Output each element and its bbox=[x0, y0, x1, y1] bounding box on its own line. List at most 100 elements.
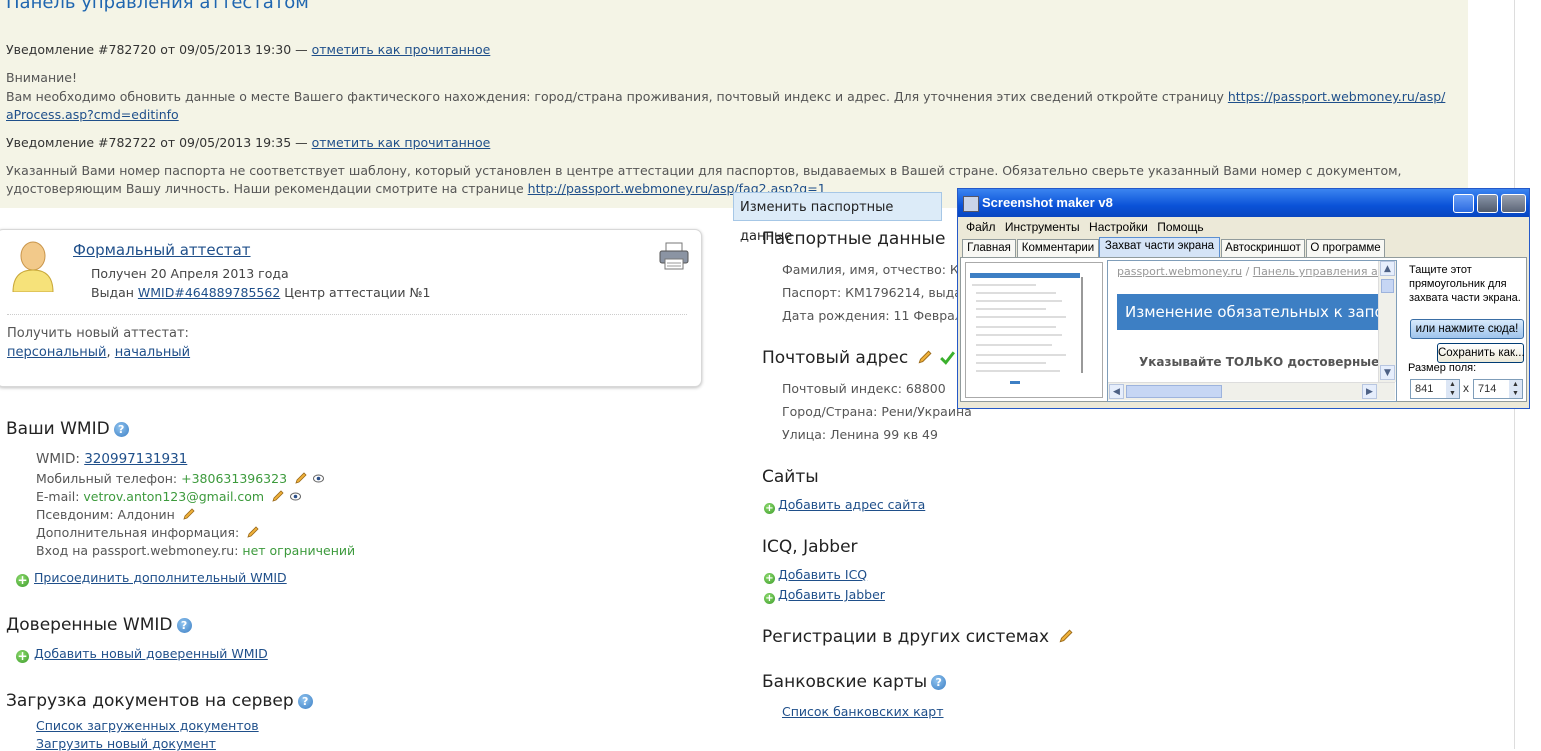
tab-main[interactable]: Главная bbox=[962, 239, 1016, 258]
documents-heading: Загрузка документов на сервер? bbox=[6, 691, 313, 711]
attach-wmid-link[interactable]: Присоединить дополнительный WMID bbox=[34, 570, 287, 585]
preview-crumb-b: Панель управления ат bbox=[1252, 265, 1385, 278]
scroll-up-icon[interactable]: ▲ bbox=[1380, 261, 1395, 276]
docs-list-row: Список загруженных документов bbox=[36, 718, 259, 733]
help-icon[interactable]: ? bbox=[113, 422, 129, 437]
height-stepper[interactable]: 714 ▲ ▼ bbox=[1473, 379, 1523, 399]
save-as-button[interactable]: Сохранить как... bbox=[1437, 343, 1525, 363]
tab-about[interactable]: О программе bbox=[1306, 239, 1385, 258]
help-icon[interactable]: ? bbox=[297, 694, 313, 709]
close-button[interactable] bbox=[1501, 194, 1526, 213]
scroll-down-icon[interactable]: ▼ bbox=[1380, 365, 1395, 380]
add-jabber-row: + Добавить Jabber bbox=[764, 587, 885, 604]
eye-icon[interactable] bbox=[313, 473, 325, 484]
tab-autoscreenshot[interactable]: Автоскриншот bbox=[1221, 239, 1305, 258]
menu-help[interactable]: Помощь bbox=[1157, 217, 1203, 237]
capture-preview[interactable]: passport.webmoney.ru / Панель управления… bbox=[1107, 260, 1397, 402]
notification-1-mark-read-link[interactable]: отметить как прочитанное bbox=[312, 42, 491, 57]
pencil-icon[interactable] bbox=[246, 526, 259, 539]
preview-banner: Изменение обязательных к запол bbox=[1117, 294, 1392, 330]
help-icon[interactable]: ? bbox=[931, 675, 947, 690]
passport-birth: Дата рождения: 11 Феврал bbox=[782, 308, 963, 323]
registrations-heading-text: Регистрации в других системах bbox=[762, 627, 1050, 647]
personal-certificate-link[interactable]: персональный bbox=[7, 345, 107, 360]
certificate-issuer-wmid-link[interactable]: WMID#464889785562 bbox=[138, 285, 280, 300]
plus-icon[interactable]: + bbox=[764, 573, 775, 584]
add-site-row: + Добавить адрес сайта bbox=[764, 497, 925, 514]
attach-wmid-row: + Присоединить дополнительный WMID bbox=[16, 570, 287, 587]
bank-cards-heading-text: Банковские карты bbox=[762, 672, 928, 692]
scroll-right-icon[interactable]: ▶ bbox=[1362, 384, 1377, 399]
minimize-button[interactable] bbox=[1453, 194, 1474, 213]
pencil-icon[interactable] bbox=[294, 472, 307, 485]
page-thumbnail[interactable] bbox=[965, 262, 1103, 398]
width-value: 841 bbox=[1415, 383, 1434, 395]
add-icq-link[interactable]: Добавить ICQ bbox=[778, 567, 867, 582]
trusted-wmid-heading: Доверенные WMID? bbox=[6, 615, 192, 635]
menu-settings[interactable]: Настройки bbox=[1089, 217, 1148, 237]
tab-comments[interactable]: Комментарии bbox=[1017, 239, 1099, 258]
plus-icon[interactable]: + bbox=[16, 574, 29, 587]
notice-1-link[interactable]: https://passport.webmoney.ru/asp/ bbox=[1228, 89, 1446, 104]
add-icq-row: + Добавить ICQ bbox=[764, 567, 867, 584]
wmid-label: WMID: bbox=[36, 451, 80, 467]
app-icon bbox=[963, 196, 979, 212]
menu-bar: Файл Инструменты Настройки Помощь bbox=[960, 217, 1527, 237]
menu-tools[interactable]: Инструменты bbox=[1005, 217, 1080, 237]
stepper-arrows-icon[interactable]: ▲ ▼ bbox=[1509, 380, 1522, 398]
help-icon[interactable]: ? bbox=[176, 618, 192, 633]
notice-1-body: Вам необходимо обновить данные о месте В… bbox=[6, 89, 1224, 104]
size-label: Размер поля: bbox=[1408, 362, 1477, 374]
alias-row: Псевдоним: Алдонин bbox=[36, 507, 195, 522]
passport-number: Паспорт: КМ1796214, выда bbox=[782, 285, 962, 300]
plus-icon[interactable]: + bbox=[764, 503, 775, 514]
eye-icon[interactable] bbox=[290, 491, 302, 502]
edit-passport-tooltip[interactable]: Изменить паспортные данные bbox=[733, 192, 942, 244]
uploaded-docs-link[interactable]: Список загруженных документов bbox=[36, 718, 259, 733]
certificate-title-link[interactable]: Формальный аттестат bbox=[73, 241, 251, 259]
notice-2-line1: Указанный Вами номер паспорта не соответ… bbox=[6, 163, 1402, 178]
notice-1-link-cont-text[interactable]: aProcess.asp?cmd=editinfo bbox=[6, 107, 179, 122]
window-titlebar[interactable]: Screenshot maker v8 bbox=[958, 189, 1529, 217]
pencil-icon[interactable] bbox=[271, 490, 284, 503]
certificate-issued: Выдан WMID#464889785562 Центр аттестации… bbox=[91, 285, 430, 300]
phone-value: +380631396323 bbox=[181, 471, 288, 486]
notice-1-link-cont: aProcess.asp?cmd=editinfo bbox=[6, 106, 179, 124]
login-value: нет ограничений bbox=[242, 543, 356, 558]
bank-cards-list-link[interactable]: Список банковских карт bbox=[782, 704, 944, 719]
notice-2-body: удостоверяющим Вашу личность. Наши реком… bbox=[6, 181, 524, 196]
bank-cards-row: Список банковских карт bbox=[782, 704, 944, 719]
horizontal-scrollbar[interactable]: ◀ ▶ bbox=[1108, 382, 1395, 400]
maximize-button[interactable] bbox=[1477, 194, 1498, 213]
pencil-icon[interactable] bbox=[182, 508, 195, 521]
new-certificate-label: Получить новый аттестат: bbox=[7, 326, 189, 341]
icq-heading: ICQ, Jabber bbox=[762, 537, 858, 557]
certificate-received: Получен 20 Апреля 2013 года bbox=[91, 266, 289, 281]
capture-now-button[interactable]: или нажмите сюда! bbox=[1410, 319, 1524, 339]
add-trusted-wmid-link[interactable]: Добавить новый доверенный WMID bbox=[34, 646, 268, 661]
stepper-arrows-icon[interactable]: ▲ ▼ bbox=[1446, 380, 1459, 398]
preview-crumb-sep: / bbox=[1242, 265, 1253, 278]
checkmark-icon bbox=[940, 351, 956, 365]
width-stepper[interactable]: 841 ▲ ▼ bbox=[1410, 379, 1460, 399]
print-icon[interactable] bbox=[658, 242, 690, 270]
initial-certificate-link[interactable]: начальный bbox=[115, 345, 190, 360]
scroll-left-icon[interactable]: ◀ bbox=[1109, 384, 1124, 399]
notification-2-mark-read-link[interactable]: отметить как прочитанное bbox=[312, 135, 491, 150]
add-jabber-link[interactable]: Добавить Jabber bbox=[778, 587, 885, 602]
plus-icon[interactable]: + bbox=[764, 593, 775, 604]
tab-capture-region[interactable]: Захват части экрана bbox=[1099, 237, 1220, 258]
pencil-icon[interactable] bbox=[917, 350, 932, 365]
wmid-value-link[interactable]: 320997131931 bbox=[84, 451, 187, 467]
plus-icon[interactable]: + bbox=[16, 650, 29, 663]
add-site-link[interactable]: Добавить адрес сайта bbox=[778, 497, 925, 512]
preview-crumb-a: passport.webmoney.ru bbox=[1117, 265, 1243, 278]
menu-file[interactable]: Файл bbox=[966, 217, 996, 237]
wmid-heading: Ваши WMID? bbox=[6, 419, 129, 439]
pencil-icon[interactable] bbox=[1058, 629, 1073, 644]
vertical-scrollbar[interactable]: ▲ ▼ bbox=[1378, 261, 1396, 382]
capture-hint: Тащите этот прямоугольник для захвата ча… bbox=[1409, 264, 1521, 304]
vertical-scroll-thumb[interactable] bbox=[1381, 279, 1394, 293]
horizontal-scroll-thumb[interactable] bbox=[1126, 385, 1222, 398]
postal-heading: Почтовый адрес bbox=[762, 348, 956, 368]
